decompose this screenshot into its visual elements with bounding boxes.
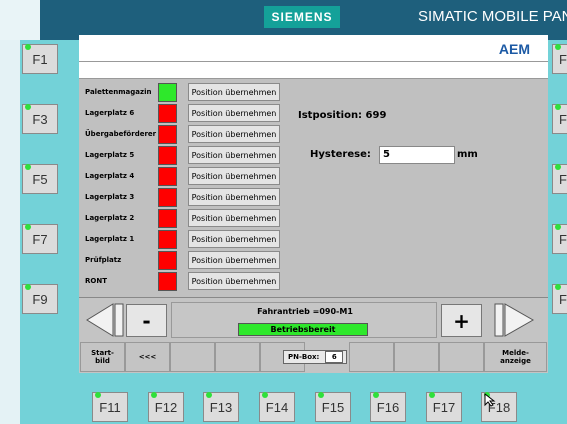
status-badge: Betriebsbereit bbox=[238, 323, 368, 336]
led-icon bbox=[555, 104, 561, 110]
position-indicator bbox=[158, 188, 177, 207]
position-label: Lagerplatz 1 bbox=[85, 235, 135, 243]
mouse-cursor-icon bbox=[484, 393, 496, 407]
fkey-f9[interactable]: F9 bbox=[22, 284, 58, 314]
position-label: Lagerplatz 4 bbox=[85, 172, 135, 180]
position-label: Palettenmagazin bbox=[85, 88, 152, 96]
position-uebernehmen-button[interactable]: Position übernehmen bbox=[188, 188, 280, 206]
device-title: SIMATIC MOBILE PAN bbox=[418, 8, 567, 25]
nav-slot-button[interactable] bbox=[215, 342, 260, 372]
nav-slot-button[interactable] bbox=[349, 342, 394, 372]
message-line bbox=[79, 62, 548, 79]
drive-status-box: Fahrantrieb =090-M1 Betriebsbereit bbox=[171, 302, 437, 338]
position-label: RONT bbox=[85, 277, 107, 285]
led-icon bbox=[25, 164, 31, 170]
nav-slot-button[interactable] bbox=[439, 342, 484, 372]
arrow-right-icon[interactable] bbox=[493, 302, 537, 338]
hysterese-label: Hysterese: bbox=[310, 149, 371, 160]
fkey-right-4[interactable]: F bbox=[552, 224, 567, 254]
arrow-left-icon[interactable] bbox=[83, 302, 125, 338]
istposition-readout: Istposition: 699 bbox=[298, 110, 387, 121]
startbild-button[interactable]: Start- bild bbox=[80, 342, 125, 372]
position-label: Übergabeförderer bbox=[85, 130, 157, 138]
drive-name: Fahrantrieb =090-M1 bbox=[257, 307, 353, 316]
fkey-f7[interactable]: F7 bbox=[22, 224, 58, 254]
position-label: Prüfplatz bbox=[85, 256, 122, 264]
bottom-nav-bar: Start- bild <<< Melde- anzeige PN-Box: 6 bbox=[79, 341, 548, 373]
position-uebernehmen-button[interactable]: Position übernehmen bbox=[188, 125, 280, 143]
fkey-f5[interactable]: F5 bbox=[22, 164, 58, 194]
jog-minus-button[interactable]: - bbox=[126, 304, 167, 337]
fkey-f11[interactable]: F11 bbox=[92, 392, 128, 422]
led-icon bbox=[95, 392, 101, 398]
nav-slot-button[interactable] bbox=[394, 342, 439, 372]
fkey-f1[interactable]: F1 bbox=[22, 44, 58, 74]
pn-box-label: PN-Box: bbox=[288, 353, 320, 361]
screen-header: AEM bbox=[79, 35, 548, 62]
position-indicator bbox=[158, 272, 177, 291]
meldeanzeige-button[interactable]: Melde- anzeige bbox=[484, 342, 547, 372]
pn-box-display: PN-Box: 6 bbox=[283, 350, 347, 364]
led-icon bbox=[25, 224, 31, 230]
position-uebernehmen-button[interactable]: Position übernehmen bbox=[188, 230, 280, 248]
position-indicator bbox=[158, 251, 177, 270]
led-icon bbox=[555, 284, 561, 290]
position-uebernehmen-button[interactable]: Position übernehmen bbox=[188, 104, 280, 122]
fkey-right-3[interactable]: F bbox=[552, 164, 567, 194]
position-indicator bbox=[158, 167, 177, 186]
position-uebernehmen-button[interactable]: Position übernehmen bbox=[188, 272, 280, 290]
position-indicator bbox=[158, 146, 177, 165]
led-icon bbox=[262, 392, 268, 398]
fkey-f16[interactable]: F16 bbox=[370, 392, 406, 422]
back-button[interactable]: <<< bbox=[125, 342, 170, 372]
position-indicator bbox=[158, 209, 177, 228]
hysterese-unit: mm bbox=[457, 149, 478, 160]
led-icon bbox=[555, 224, 561, 230]
nav-slot-button[interactable] bbox=[170, 342, 215, 372]
aem-logo: AEM bbox=[498, 41, 530, 57]
led-icon bbox=[555, 44, 561, 50]
position-uebernehmen-button[interactable]: Position übernehmen bbox=[188, 209, 280, 227]
led-icon bbox=[25, 44, 31, 50]
position-uebernehmen-button[interactable]: Position übernehmen bbox=[188, 83, 280, 101]
fkey-right-2[interactable]: F bbox=[552, 104, 567, 134]
fkey-f13[interactable]: F13 bbox=[203, 392, 239, 422]
pn-box-value: 6 bbox=[325, 351, 344, 363]
position-uebernehmen-button[interactable]: Position übernehmen bbox=[188, 251, 280, 269]
position-uebernehmen-button[interactable]: Position übernehmen bbox=[188, 146, 280, 164]
position-uebernehmen-button[interactable]: Position übernehmen bbox=[188, 167, 280, 185]
device-corner bbox=[0, 0, 40, 40]
drive-panel: - Fahrantrieb =090-M1 Betriebsbereit + bbox=[79, 297, 548, 343]
led-icon bbox=[429, 392, 435, 398]
led-icon bbox=[206, 392, 212, 398]
fkey-f3[interactable]: F3 bbox=[22, 104, 58, 134]
fkey-right-1[interactable]: F bbox=[552, 44, 567, 74]
device-frame-left bbox=[0, 40, 20, 424]
led-icon bbox=[25, 284, 31, 290]
position-indicator bbox=[158, 230, 177, 249]
position-indicator bbox=[158, 83, 177, 102]
fkey-f12[interactable]: F12 bbox=[148, 392, 184, 422]
position-label: Lagerplatz 5 bbox=[85, 151, 135, 159]
position-indicator bbox=[158, 104, 177, 123]
fkey-f17[interactable]: F17 bbox=[426, 392, 462, 422]
led-icon bbox=[151, 392, 157, 398]
fkey-f14[interactable]: F14 bbox=[259, 392, 295, 422]
led-icon bbox=[555, 164, 561, 170]
hmi-screen: AEM Palettenmagazin Position übernehmen … bbox=[79, 35, 548, 373]
hysterese-input[interactable]: 5 bbox=[379, 146, 455, 164]
led-icon bbox=[25, 104, 31, 110]
position-indicator bbox=[158, 125, 177, 144]
position-label: Lagerplatz 6 bbox=[85, 109, 135, 117]
fkey-f15[interactable]: F15 bbox=[315, 392, 351, 422]
jog-plus-button[interactable]: + bbox=[441, 304, 482, 337]
siemens-logo: SIEMENS bbox=[264, 6, 340, 28]
led-icon bbox=[318, 392, 324, 398]
led-icon bbox=[373, 392, 379, 398]
position-label: Lagerplatz 2 bbox=[85, 214, 135, 222]
fkey-right-5[interactable]: F1 bbox=[552, 284, 567, 314]
position-label: Lagerplatz 3 bbox=[85, 193, 135, 201]
